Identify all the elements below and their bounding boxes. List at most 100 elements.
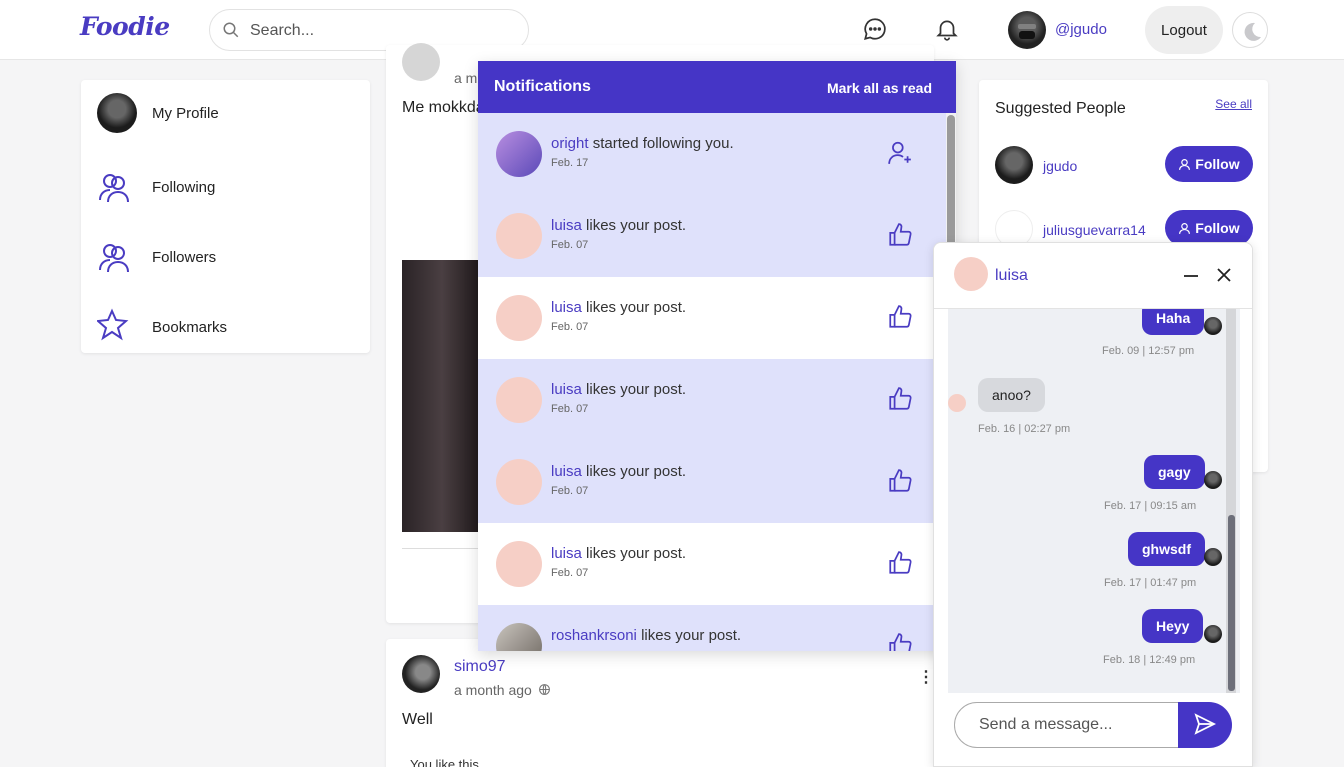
notification-user[interactable]: roshankrsoni (551, 627, 637, 644)
profile-avatar (97, 93, 137, 133)
users-icon (99, 174, 129, 203)
notification-date: Feb. 07 (551, 485, 589, 497)
message-bubble: ghwsdf (1128, 532, 1205, 566)
close-icon[interactable] (1216, 267, 1232, 283)
sidebar-item-following[interactable]: Following (97, 167, 357, 207)
person-name[interactable]: juliusguevarra14 (1043, 222, 1146, 238)
notification-avatar (496, 541, 542, 587)
notification-text: luisa likes your post. (551, 299, 686, 316)
user-avatar[interactable] (1008, 11, 1046, 49)
notification-item[interactable]: roshankrsoni likes your post. (478, 605, 946, 651)
post-time: a m (454, 70, 478, 86)
thumbs-up-icon (889, 551, 912, 574)
logout-button[interactable]: Logout (1145, 6, 1223, 54)
user-icon (1179, 223, 1191, 234)
message-bubble: Haha (1142, 309, 1205, 335)
scrollbar-thumb[interactable] (1228, 515, 1235, 691)
messages-icon[interactable] (862, 16, 888, 42)
post-card: simo97 a month ago ⋮ Well You like this (386, 639, 934, 767)
notification-action: likes your post. (586, 545, 687, 562)
send-button[interactable] (1178, 702, 1232, 748)
notification-item[interactable]: luisa likes your post. Feb. 07 (478, 277, 946, 359)
sidebar-item-followers[interactable]: Followers (97, 237, 357, 277)
more-options-icon[interactable]: ⋮ (918, 667, 934, 687)
notification-user[interactable]: luisa (551, 463, 582, 480)
notification-item[interactable]: luisa likes your post. Feb. 07 (478, 523, 946, 605)
post-text: Well (402, 711, 433, 728)
notifications-dropdown: Notifications Mark all as read oright st… (478, 61, 956, 651)
notifications-header: Notifications Mark all as read (478, 61, 956, 113)
notification-item[interactable]: luisa likes your post. Feb. 07 (478, 195, 946, 277)
chat-contact-avatar[interactable] (954, 257, 988, 291)
sidebar-item-label: Followers (152, 249, 217, 266)
avatar (1204, 471, 1222, 489)
thumbs-up-icon (889, 633, 912, 651)
notification-user[interactable]: oright (551, 135, 589, 152)
star-icon (97, 308, 129, 341)
user-icon (1179, 159, 1191, 170)
notification-avatar (496, 213, 542, 259)
logo-text: Foodie (80, 12, 170, 41)
sidebar-item-my-profile[interactable]: My Profile (97, 93, 357, 133)
theme-toggle-button[interactable] (1232, 12, 1268, 48)
post-author-avatar[interactable] (402, 43, 440, 81)
post-author-name[interactable]: simo97 (454, 658, 506, 676)
notification-date: Feb. 07 (551, 239, 589, 251)
post-author-avatar[interactable] (402, 655, 440, 693)
see-all-link[interactable]: See all (1215, 97, 1252, 111)
globe-icon (539, 684, 550, 695)
notification-user[interactable]: luisa (551, 217, 582, 234)
suggested-person: jgudo Follow (995, 146, 1253, 184)
thumbs-up-icon (889, 387, 912, 410)
notification-date: Feb. 17 (551, 157, 589, 169)
notification-avatar (496, 131, 542, 177)
chat-header: luisa (934, 243, 1252, 309)
notifications-list: oright started following you. Feb. 17 lu… (478, 113, 946, 651)
person-name[interactable]: jgudo (1043, 158, 1077, 174)
chat-contact-name[interactable]: luisa (995, 267, 1028, 285)
send-icon (1194, 712, 1217, 735)
chat-window: luisa Haha Feb. 09 | 12:57 pm anoo? Feb.… (933, 242, 1253, 767)
notification-avatar (496, 623, 542, 651)
suggested-title: Suggested People (995, 100, 1126, 117)
thumbs-up-icon (889, 305, 912, 328)
message-bubble: gagy (1144, 455, 1205, 489)
post-image[interactable] (402, 260, 482, 532)
avatar[interactable] (995, 146, 1033, 184)
post-likes-text: You like this (410, 757, 479, 767)
post-divider (402, 548, 482, 549)
app-logo[interactable]: Foodie (80, 12, 170, 41)
sidebar-menu: My Profile Following Followers Bookmarks (81, 80, 370, 353)
follow-label: Follow (1195, 220, 1240, 236)
bell-icon[interactable] (934, 16, 960, 42)
notification-action: likes your post. (586, 463, 687, 480)
notification-user[interactable]: luisa (551, 381, 582, 398)
notification-avatar (496, 295, 542, 341)
user-handle-link[interactable]: @jgudo (1055, 21, 1107, 38)
notification-action: started following you. (592, 135, 734, 152)
avatar (1204, 625, 1222, 643)
message-input[interactable] (954, 702, 1179, 748)
notification-action: likes your post. (586, 381, 687, 398)
search-icon (223, 22, 239, 38)
avatar-image (1018, 24, 1036, 39)
notification-user[interactable]: luisa (551, 545, 582, 562)
message-timestamp: Feb. 18 | 12:49 pm (1103, 654, 1196, 666)
notification-user[interactable]: luisa (551, 299, 582, 316)
follow-button[interactable]: Follow (1165, 146, 1253, 182)
notification-item[interactable]: oright started following you. Feb. 17 (478, 113, 946, 195)
notification-text: luisa likes your post. (551, 463, 686, 480)
follow-button[interactable]: Follow (1165, 210, 1253, 246)
notification-action: likes your post. (586, 217, 687, 234)
avatar (1204, 317, 1222, 335)
notification-avatar (496, 459, 542, 505)
search-input[interactable] (250, 20, 510, 42)
notification-text: luisa likes your post. (551, 545, 686, 562)
minimize-icon[interactable] (1182, 267, 1200, 285)
thumbs-up-icon (889, 469, 912, 492)
mark-all-read-button[interactable]: Mark all as read (827, 80, 932, 96)
notification-action: likes your post. (586, 299, 687, 316)
notification-item[interactable]: luisa likes your post. Feb. 07 (478, 441, 946, 523)
notification-item[interactable]: luisa likes your post. Feb. 07 (478, 359, 946, 441)
sidebar-item-bookmarks[interactable]: Bookmarks (97, 307, 357, 347)
